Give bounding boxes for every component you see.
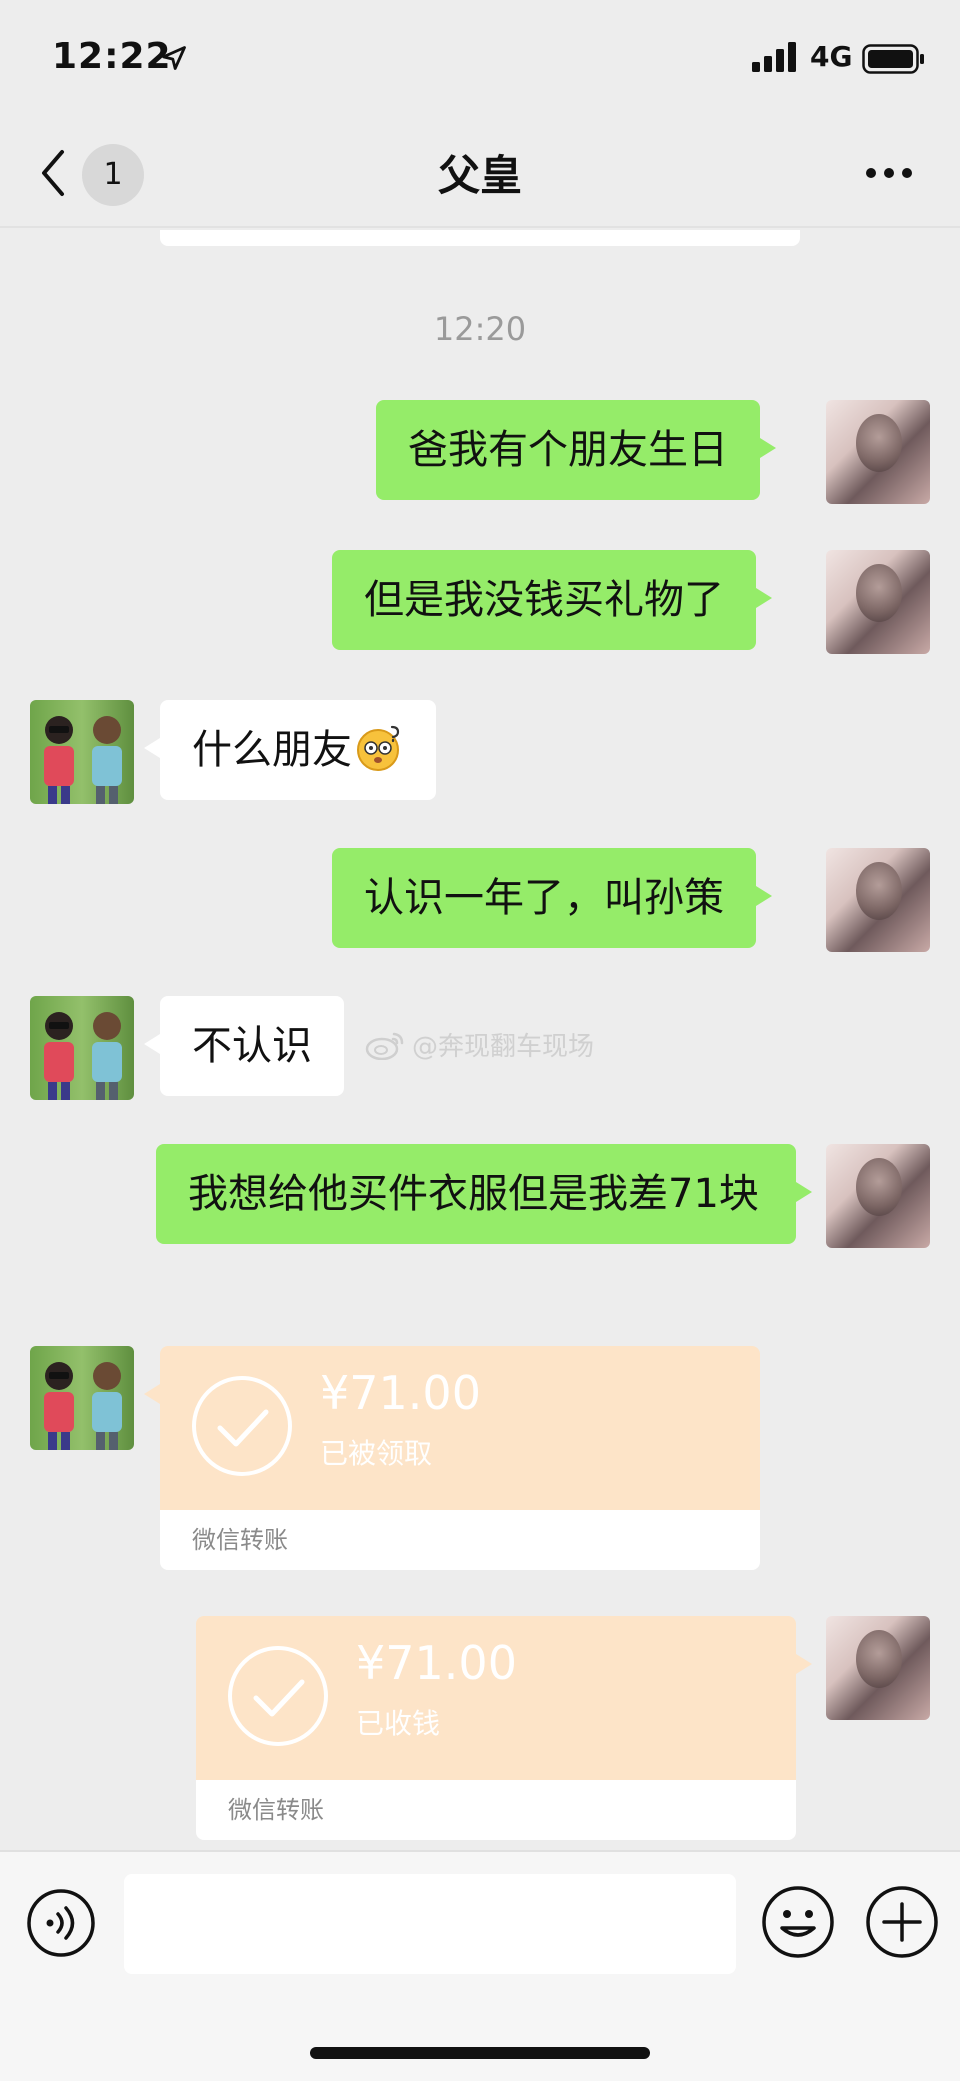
check-circle-icon [192, 1376, 292, 1476]
message-bubble-self[interactable]: 认识一年了，叫孙策 [332, 848, 772, 948]
avatar[interactable] [826, 1616, 930, 1720]
message-text: 我想给他买件衣服但是我差71块 [188, 1171, 759, 1217]
transfer-label: 微信转账 [196, 1780, 796, 1840]
avatar-figure [92, 1362, 122, 1450]
check-circle-icon [228, 1646, 328, 1746]
location-arrow-icon [162, 46, 186, 70]
message-bubble-self[interactable]: 爸我有个朋友生日 [376, 400, 776, 500]
status-time: 12:22 [52, 36, 172, 77]
watermark: @奔现翻车现场 [364, 1026, 594, 1063]
transfer-card-body: ¥71.00 已被领取 [160, 1346, 760, 1510]
avatar[interactable] [30, 1346, 134, 1450]
avatar-figure [44, 716, 74, 804]
avatar-figure [92, 1012, 122, 1100]
battery-icon [862, 44, 924, 74]
transfer-status: 已被领取 [320, 1437, 433, 1470]
chat-title: 父皇 [437, 151, 522, 200]
weibo-icon [365, 1032, 404, 1060]
transfer-card-collected[interactable]: ¥71.00 已收钱 微信转账 [196, 1616, 812, 1840]
avatar[interactable] [30, 700, 134, 804]
dizzy-emoji-icon [357, 725, 400, 771]
transfer-card-received[interactable]: ¥71.00 已被领取 微信转账 [144, 1346, 760, 1570]
network-label: 4G [810, 40, 853, 73]
message-text: 但是我没钱买礼物了 [364, 577, 724, 623]
message-bubble-other[interactable]: 什么朋友 [144, 700, 436, 800]
input-bar [0, 1850, 960, 2081]
message-bubble-self[interactable]: 但是我没钱买礼物了 [332, 550, 772, 650]
status-bar: 12:22 4G [0, 0, 960, 118]
message-input[interactable] [124, 1874, 736, 1974]
plus-icon[interactable] [864, 1884, 940, 1960]
emoji-icon[interactable] [760, 1884, 836, 1960]
voice-icon[interactable] [26, 1888, 96, 1958]
avatar-figure [92, 716, 122, 804]
transfer-label: 微信转账 [160, 1510, 760, 1570]
avatar[interactable] [826, 1144, 930, 1248]
message-timestamp: 12:20 [433, 310, 527, 348]
home-indicator [310, 2047, 650, 2059]
avatar[interactable] [826, 848, 930, 952]
avatar[interactable] [826, 400, 930, 504]
more-icon[interactable] [864, 166, 914, 180]
signal-icon [752, 42, 796, 72]
transfer-card-body: ¥71.00 已收钱 [196, 1616, 796, 1780]
watermark-text: @奔现翻车现场 [412, 1032, 595, 1062]
avatar-figure [44, 1362, 74, 1450]
message-text: 爸我有个朋友生日 [408, 427, 728, 473]
message-list[interactable]: 12:20 爸我有个朋友生日 但是我没钱买礼物了 什么朋友 认识一年了，叫孙策 … [0, 230, 960, 1850]
avatar-figure [44, 1012, 74, 1100]
transfer-amount: ¥71.00 [356, 1636, 517, 1690]
avatar[interactable] [30, 996, 134, 1100]
chat-header: 1 父皇 [0, 118, 960, 228]
transfer-amount: ¥71.00 [320, 1366, 481, 1420]
message-bubble-other[interactable]: 不认识 [144, 996, 344, 1096]
message-text: 什么朋友 [192, 727, 352, 773]
previous-message-edge [160, 230, 800, 246]
avatar[interactable] [826, 550, 930, 654]
message-text: 认识一年了，叫孙策 [364, 875, 724, 921]
message-bubble-self[interactable]: 我想给他买件衣服但是我差71块 [156, 1144, 812, 1244]
transfer-status: 已收钱 [356, 1707, 441, 1740]
message-text: 不认识 [192, 1023, 312, 1069]
